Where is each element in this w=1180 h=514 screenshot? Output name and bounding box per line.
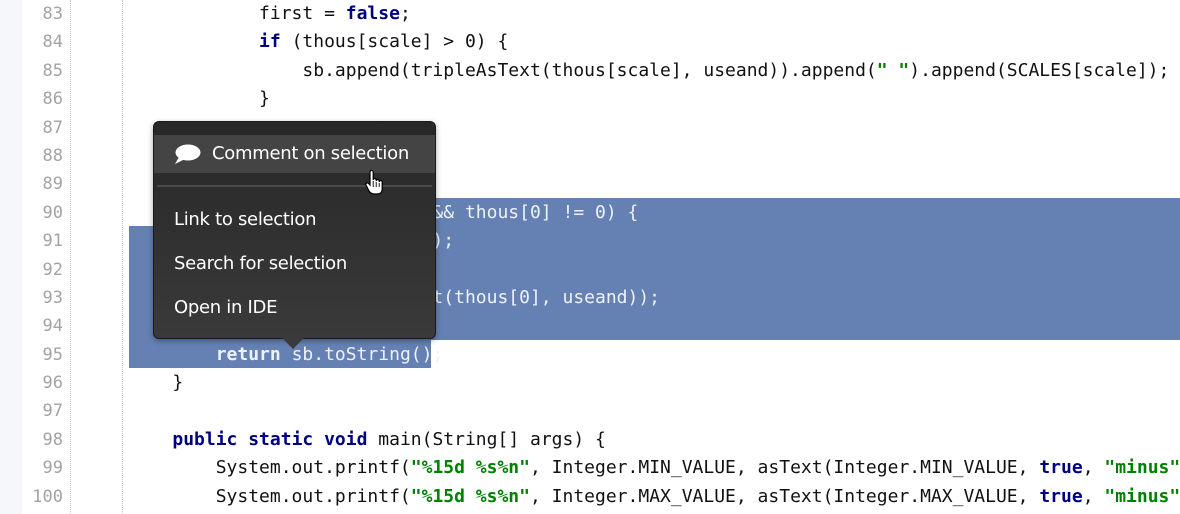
line-number: 96 [42, 373, 63, 394]
line-number: 88 [42, 145, 63, 166]
code-string: "minus" [1104, 485, 1180, 507]
code-line: } [129, 85, 1180, 113]
menu-item-link-to-selection[interactable]: Link to selection [154, 201, 435, 239]
code-text: sb.append(tripleAsText(thous[scale], use… [129, 59, 877, 81]
code-text: first = [129, 3, 346, 24]
menu-item-label: Open in IDE [174, 297, 278, 318]
code-keyword: true [1039, 457, 1083, 479]
code-text: System.out.printf( [129, 457, 411, 479]
code-line: public static void main(String[] args) { [129, 426, 1180, 454]
gutter-strip [0, 0, 22, 514]
line-number: 87 [42, 117, 63, 138]
menu-pointer-arrow [282, 338, 304, 349]
code-text: , Integer.MIN_VALUE, asText(Integer.MIN_… [529, 457, 1040, 479]
line-number: 91 [42, 231, 63, 252]
line-number: 93 [42, 287, 63, 308]
line-number: 97 [42, 401, 63, 422]
code-line: System.out.printf("%15d %s%n", Integer.M… [129, 483, 1180, 511]
line-number: 94 [42, 316, 63, 337]
code-keyword: return [215, 343, 281, 365]
line-number: 100 [32, 486, 63, 507]
code-text: } [129, 88, 270, 110]
menu-item-comment-on-selection[interactable]: Comment on selection [154, 135, 435, 173]
line-number: 83 [42, 4, 63, 24]
code-string: "%15d %s%n" [410, 457, 530, 479]
code-text: main(String[] args) { [367, 428, 606, 450]
line-number: 95 [42, 344, 63, 365]
code-string: "minus" [1104, 457, 1180, 479]
code-string: " " [876, 59, 910, 81]
code-keyword: true [1039, 485, 1083, 507]
line-number: 86 [42, 89, 63, 110]
code-divider [122, 0, 123, 514]
code-string: "%15d %s%n" [410, 485, 530, 507]
menu-item-label: Search for selection [174, 253, 347, 274]
line-number: 99 [42, 458, 63, 479]
code-line: System.out.printf("%15d %s%n", Integer.M… [129, 454, 1180, 482]
code-text: ).append(SCALES[scale]); [909, 59, 1170, 81]
code-keyword: false [345, 3, 400, 24]
code-text: (thous[scale] > 0) { [280, 31, 509, 53]
code-text: ; [399, 3, 411, 24]
menu-item-search-for-selection[interactable]: Search for selection [154, 245, 435, 283]
selection-context-menu: Comment on selection Link to selection S… [153, 121, 436, 349]
menu-separator [157, 185, 432, 187]
code-line: } [129, 369, 1180, 397]
gutter-divider [70, 0, 71, 514]
code-text: , Integer.MAX_VALUE, asText(Integer.MAX_… [529, 485, 1040, 507]
code-text: sb.toString(); [280, 343, 444, 365]
code-text: , [1082, 457, 1105, 479]
line-number: 84 [42, 32, 63, 53]
code-keyword: if [259, 31, 281, 53]
line-number: 85 [42, 60, 63, 81]
menu-item-label: Link to selection [174, 209, 317, 230]
code-text: System.out.printf( [129, 485, 411, 507]
code-line: if (thous[scale] > 0) { [129, 28, 1180, 56]
menu-item-label: Comment on selection [212, 143, 409, 164]
speech-bubble-icon [175, 144, 201, 164]
line-number: 98 [42, 429, 63, 450]
line-number: 90 [42, 202, 63, 223]
line-numbers: 83 84 85 86 87 88 89 90 91 92 93 94 95 96 97 98 99 100 [22, 0, 63, 511]
code-line: first = false; [129, 0, 1180, 28]
code-text: , [1082, 485, 1105, 507]
hand-pointer-icon [365, 170, 383, 195]
line-number: 92 [42, 259, 63, 280]
code-text: } [129, 372, 184, 394]
code-keyword: public static void [172, 428, 368, 450]
code-line: sb.append(tripleAsText(thous[scale], use… [129, 57, 1180, 85]
line-number: 89 [42, 174, 63, 195]
menu-item-open-in-ide[interactable]: Open in IDE [154, 289, 435, 327]
